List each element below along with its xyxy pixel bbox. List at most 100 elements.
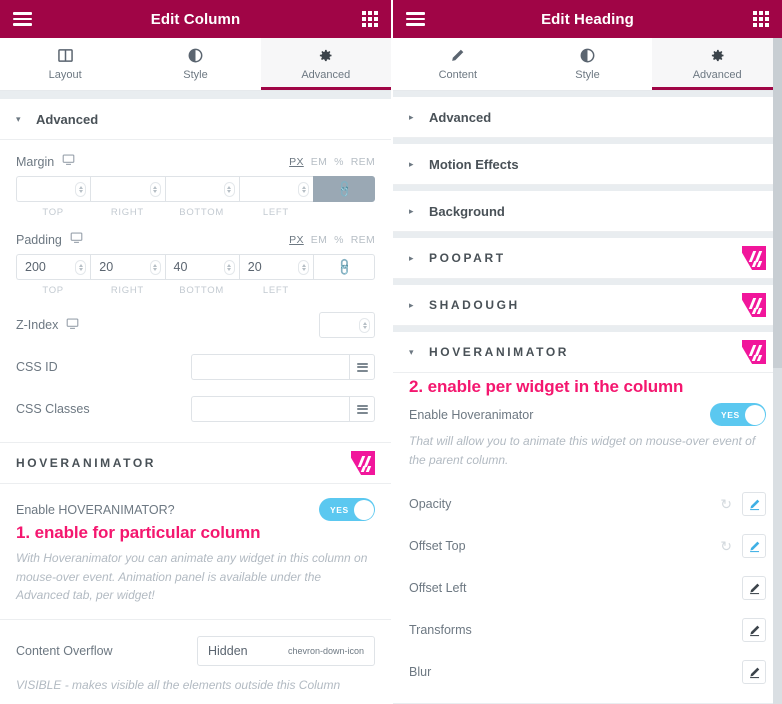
stepper-icon[interactable] xyxy=(223,181,235,197)
right-panel-body[interactable]: ▸ Advanced ▸ Motion Effects ▸ Background… xyxy=(393,91,782,704)
margin-top-input[interactable] xyxy=(16,176,91,202)
stepper-icon[interactable] xyxy=(149,181,161,197)
enable-hoveranimator-toggle[interactable]: YES xyxy=(319,498,375,521)
edit-offset-left-button[interactable] xyxy=(742,576,766,601)
contrast-circle-icon xyxy=(188,48,203,64)
css-id-input[interactable] xyxy=(191,354,349,380)
stepper-icon[interactable] xyxy=(75,181,87,197)
pencil-edit-icon xyxy=(749,499,759,510)
unit-px[interactable]: PX xyxy=(289,234,304,246)
margin-control-row: Margin PX EM % REM xyxy=(0,140,391,176)
unit-em[interactable]: EM xyxy=(311,156,327,168)
tab-style[interactable]: Style xyxy=(130,38,261,90)
apps-grid-icon[interactable] xyxy=(753,11,769,27)
dual-editor-panels: Edit Column Layout Style Advanced ▾ Adva… xyxy=(0,0,782,704)
padding-control-row: Padding PX EM % REM xyxy=(0,218,391,254)
pencil-edit-icon xyxy=(749,625,759,636)
padding-bottom-input[interactable]: 40 xyxy=(164,254,239,280)
hoveranimator-section-header[interactable]: HOVERANIMATOR xyxy=(0,443,391,484)
scrollbar-thumb[interactable] xyxy=(773,38,782,368)
unit-px[interactable]: PX xyxy=(289,156,304,168)
selected-value: Hidden xyxy=(208,643,248,658)
right-panel-tabs: Content Style Advanced xyxy=(393,38,782,91)
tab-content[interactable]: Content xyxy=(393,38,523,90)
desktop-icon[interactable] xyxy=(70,231,83,249)
section-poopart[interactable]: ▸ POOPART xyxy=(393,238,782,279)
enable-hoveranimator-label: Enable Hoveranimator xyxy=(409,407,534,422)
padding-inputs: 200 20 40 20 🔗 xyxy=(0,254,391,280)
advanced-section-header[interactable]: ▾ Advanced xyxy=(0,99,391,140)
hamburger-icon[interactable] xyxy=(406,12,425,26)
margin-link-values-button[interactable]: 🔗 xyxy=(313,176,375,202)
css-classes-input[interactable] xyxy=(191,396,349,422)
content-overflow-helper-text: VISIBLE - makes visible all the elements… xyxy=(16,677,341,692)
padding-left-input[interactable]: 20 xyxy=(238,254,313,280)
pencil-icon xyxy=(450,48,465,64)
enable-hoveranimator-toggle[interactable]: YES xyxy=(710,403,766,426)
content-overflow-label: Content Overflow xyxy=(16,643,113,658)
unit-percent[interactable]: % xyxy=(334,234,344,246)
padding-side-labels: TOP RIGHT BOTTOM LEFT xyxy=(0,280,391,296)
stepper-icon[interactable] xyxy=(75,259,87,275)
reset-arrow-icon[interactable]: ↻ xyxy=(720,496,732,513)
margin-right-input[interactable] xyxy=(90,176,165,202)
padding-units: PX EM % REM xyxy=(289,234,375,246)
edit-opacity-button[interactable] xyxy=(742,492,766,517)
unit-em[interactable]: EM xyxy=(311,234,327,246)
margin-bottom-input[interactable] xyxy=(164,176,239,202)
hamburger-icon[interactable] xyxy=(13,12,32,26)
stepper-icon[interactable] xyxy=(298,181,309,197)
tab-layout[interactable]: Layout xyxy=(0,38,131,90)
apps-grid-icon[interactable] xyxy=(362,11,378,27)
caret-right-icon: ▸ xyxy=(409,158,414,169)
section-gap xyxy=(0,91,391,99)
content-overflow-select[interactable]: Hidden chevron-down-icon xyxy=(197,635,375,666)
stepper-icon[interactable] xyxy=(298,259,309,275)
property-row-blur: Blur xyxy=(393,651,782,693)
dynamic-tags-icon[interactable] xyxy=(349,396,375,422)
dynamic-tags-icon[interactable] xyxy=(349,354,375,380)
padding-link-values-button[interactable]: 🔗 xyxy=(313,254,375,280)
padding-top-input[interactable]: 200 xyxy=(16,254,91,280)
link-chain-icon: 🔗 xyxy=(333,178,355,200)
property-row-opacity: Opacity ↻ xyxy=(393,483,782,525)
pencil-edit-icon xyxy=(749,541,759,552)
unit-rem[interactable]: REM xyxy=(351,156,375,168)
unit-percent[interactable]: % xyxy=(334,156,344,168)
panel-scrollbar[interactable] xyxy=(773,38,782,704)
z-index-input[interactable] xyxy=(319,312,375,338)
tab-advanced[interactable]: Advanced xyxy=(652,38,782,90)
tab-label: Advanced xyxy=(301,68,351,81)
padding-right-input[interactable]: 20 xyxy=(90,254,165,280)
edit-transforms-button[interactable] xyxy=(742,618,766,643)
property-label: Offset Left xyxy=(409,581,467,596)
section-hoveranimator[interactable]: ▾ HOVERANIMATOR xyxy=(393,332,782,373)
stepper-icon[interactable] xyxy=(223,259,235,275)
edit-blur-button[interactable] xyxy=(742,660,766,685)
margin-left-input[interactable] xyxy=(238,176,313,202)
annotation-step-1: 1. enable for particular column xyxy=(16,523,261,542)
value: 40 xyxy=(173,260,188,274)
tab-advanced[interactable]: Advanced xyxy=(260,38,391,90)
section-shadough[interactable]: ▸ SHADOUGH xyxy=(393,285,782,326)
desktop-icon[interactable] xyxy=(66,317,79,333)
caret-down-icon: ▾ xyxy=(409,346,414,357)
section-motion-effects[interactable]: ▸ Motion Effects xyxy=(393,144,782,185)
toggle-value: YES xyxy=(721,409,740,420)
stepper-icon[interactable] xyxy=(149,259,161,275)
reset-arrow-icon[interactable]: ↻ xyxy=(720,538,732,555)
section-advanced[interactable]: ▸ Advanced xyxy=(393,97,782,138)
desktop-icon[interactable] xyxy=(62,153,75,171)
section-background[interactable]: ▸ Background xyxy=(393,191,782,232)
edit-offset-top-button[interactable] xyxy=(742,534,766,559)
tab-style[interactable]: Style xyxy=(522,38,653,90)
property-row-offset-left: Offset Left xyxy=(393,567,782,609)
unit-rem[interactable]: REM xyxy=(351,234,375,246)
stepper-icon[interactable] xyxy=(359,317,370,333)
hoveranimator-helper-text: With Hoveranimator you can animate any w… xyxy=(16,551,368,603)
section-title: POOPART xyxy=(429,251,506,265)
left-panel-body[interactable]: ▾ Advanced Margin PX EM % REM 🔗 TOP RIGH… xyxy=(0,91,391,704)
content-overflow-row: Content Overflow Hidden chevron-down-ico… xyxy=(0,620,391,666)
caret-right-icon: ▸ xyxy=(409,299,414,310)
